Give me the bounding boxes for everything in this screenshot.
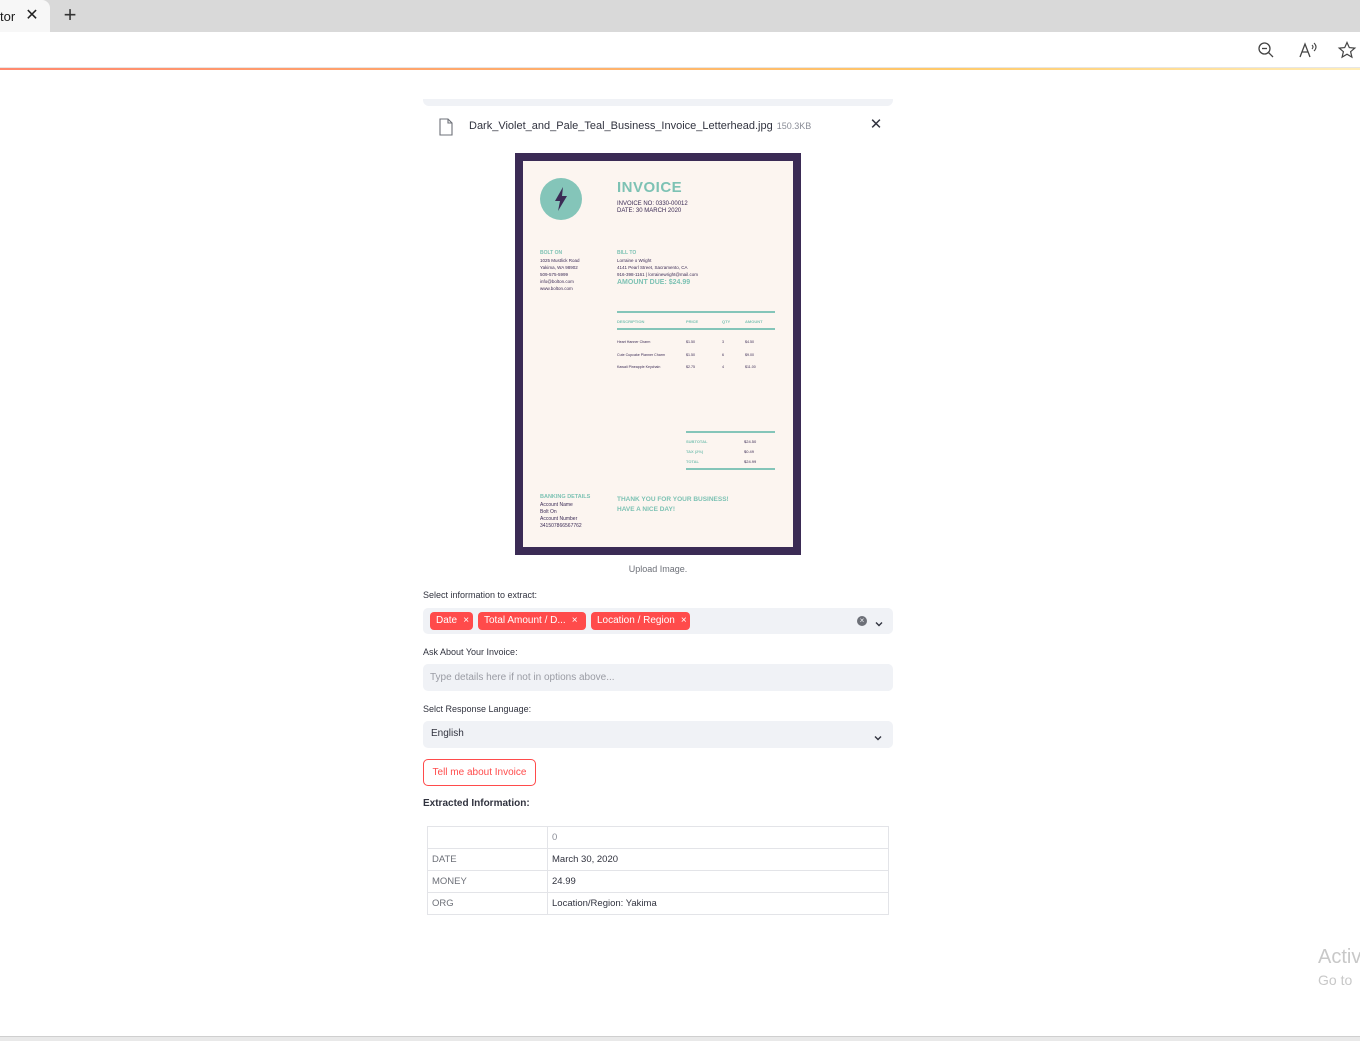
remove-chip-icon[interactable]: × <box>568 612 582 630</box>
banking-heading: BANKING DETAILS <box>540 494 591 500</box>
row-value: Location/Region: Yakima <box>547 892 889 915</box>
row-value: 24.99 <box>547 870 889 893</box>
invoice-paper: INVOICE INVOICE NO: 0330-00012 DATE: 30 … <box>523 161 793 547</box>
col-description: DESCRIPTION <box>617 319 645 324</box>
table-header-rule <box>617 328 775 330</box>
new-tab-button[interactable]: + <box>59 4 81 27</box>
file-icon <box>439 118 453 136</box>
chevron-down-icon <box>873 730 883 741</box>
table-row: DATE March 30, 2020 <box>427 848 889 871</box>
row1-desc: Heart Hanner Charm <box>617 340 651 344</box>
table-top-rule <box>617 311 775 313</box>
remove-chip-icon[interactable]: × <box>677 612 691 630</box>
row-value: March 30, 2020 <box>547 848 889 871</box>
uploaded-file-row: Dark_Violet_and_Pale_Teal_Business_Invoi… <box>423 114 893 140</box>
tax-value: $0.49 <box>744 449 755 454</box>
table-row: MONEY 24.99 <box>427 870 889 893</box>
clear-all-icon[interactable]: × <box>857 616 867 626</box>
table-header-row: 0 <box>427 826 889 849</box>
row2-price: $1.50 <box>686 353 695 357</box>
extracted-info-heading: Extracted Information: <box>423 798 530 809</box>
chip-total-amount: Total Amount / D... × <box>478 612 586 630</box>
zoom-out-icon[interactable] <box>1257 41 1277 61</box>
bill-to-address: Lorraine o Wright 4141 Pearl Street, Sac… <box>617 258 698 277</box>
row2-amount: $9.00 <box>745 353 754 357</box>
invoice-preview-image: INVOICE INVOICE NO: 0330-00012 DATE: 30 … <box>515 153 801 555</box>
row-key: MONEY <box>427 870 548 893</box>
row1-qty: 3 <box>722 340 724 344</box>
banking-lines: Account Name Bolt On Account Number 3415… <box>540 502 582 529</box>
ask-label: Ask About Your Invoice: <box>423 647 518 657</box>
row-key: ORG <box>427 892 548 915</box>
image-caption: Upload Image. <box>628 564 688 574</box>
total-value: $24.99 <box>744 459 757 464</box>
remove-chip-icon[interactable]: × <box>459 612 473 630</box>
table-index-header <box>427 826 548 849</box>
file-size: 150.3KB <box>776 121 812 131</box>
tab-title: tor <box>0 9 16 24</box>
invoice-number-date: INVOICE NO: 0330-00012 DATE: 30 MARCH 20… <box>617 201 688 214</box>
tell-me-about-invoice-button[interactable]: Tell me about Invoice <box>423 759 536 786</box>
from-heading: BOLT ON <box>540 250 563 256</box>
row3-amount: $11.00 <box>745 365 756 369</box>
bill-to-heading: BILL TO <box>617 250 637 256</box>
activation-watermark-line1: Activ <box>1318 946 1360 968</box>
extract-label: Select information to extract: <box>423 590 538 600</box>
row3-desc: Kawaii Pineapple Keychain <box>617 365 661 369</box>
remove-file-icon[interactable]: ✕ <box>869 117 883 132</box>
subtotal-value: $24.50 <box>744 439 757 444</box>
read-aloud-icon[interactable] <box>1298 41 1318 61</box>
taskbar-edge <box>0 1036 1360 1041</box>
ask-input[interactable] <box>423 664 893 691</box>
row1-price: $1.50 <box>686 340 695 344</box>
language-value: English <box>431 728 464 739</box>
browser-toolbar <box>0 32 1360 68</box>
col-amount: AMOUNT <box>745 319 763 324</box>
row2-desc: Cute Cupcake Planner Charm <box>617 353 665 357</box>
row3-qty: 4 <box>722 365 724 369</box>
browser-tab[interactable]: tor ✕ <box>0 0 50 32</box>
extract-multiselect[interactable]: Date × Total Amount / D... × Location / Re… <box>423 608 893 634</box>
row-key: DATE <box>427 848 548 871</box>
activation-watermark-line2: Go to <box>1318 972 1353 988</box>
totals-bottom-rule <box>686 468 775 470</box>
row1-amount: $4.50 <box>745 340 754 344</box>
total-label: TOTAL <box>686 459 699 464</box>
language-select[interactable]: English <box>423 721 893 748</box>
table-row: ORG Location/Region: Yakima <box>427 892 889 915</box>
extracted-info-table: 0 DATE March 30, 2020 MONEY 24.99 ORG Lo… <box>427 826 889 915</box>
chevron-down-icon[interactable] <box>874 616 884 627</box>
subtotal-label: SUBTOTAL <box>686 439 708 444</box>
chip-location-region: Location / Region × <box>591 612 690 630</box>
language-label: Selct Response Language: <box>423 704 532 714</box>
from-address: 1025 Mustlick Road Yakima, WA 98902 509-… <box>540 258 580 291</box>
col-qty: QTY <box>722 319 731 324</box>
favorite-star-icon[interactable] <box>1337 41 1357 61</box>
page-top-accent-line <box>0 68 1360 70</box>
browser-tab-bar: tor ✕ + <box>0 0 1360 32</box>
close-tab-icon[interactable]: ✕ <box>23 7 41 25</box>
tax-label: TAX (2%) <box>686 449 704 454</box>
chip-date: Date × <box>430 612 473 630</box>
table-column-header: 0 <box>547 826 889 849</box>
row2-qty: 6 <box>722 353 724 357</box>
amount-due: AMOUNT DUE: $24.99 <box>617 279 691 286</box>
col-price: PRICE <box>686 319 699 324</box>
invoice-title: INVOICE <box>617 179 683 196</box>
row3-price: $2.75 <box>686 365 695 369</box>
file-name: Dark_Violet_and_Pale_Teal_Business_Invoi… <box>469 120 812 132</box>
file-uploader-dropzone[interactable] <box>423 99 893 106</box>
totals-top-rule <box>686 431 775 433</box>
bolt-logo-icon <box>540 178 582 220</box>
thank-you-note: THANK YOU FOR YOUR BUSINESS! HAVE A NICE… <box>617 496 729 513</box>
